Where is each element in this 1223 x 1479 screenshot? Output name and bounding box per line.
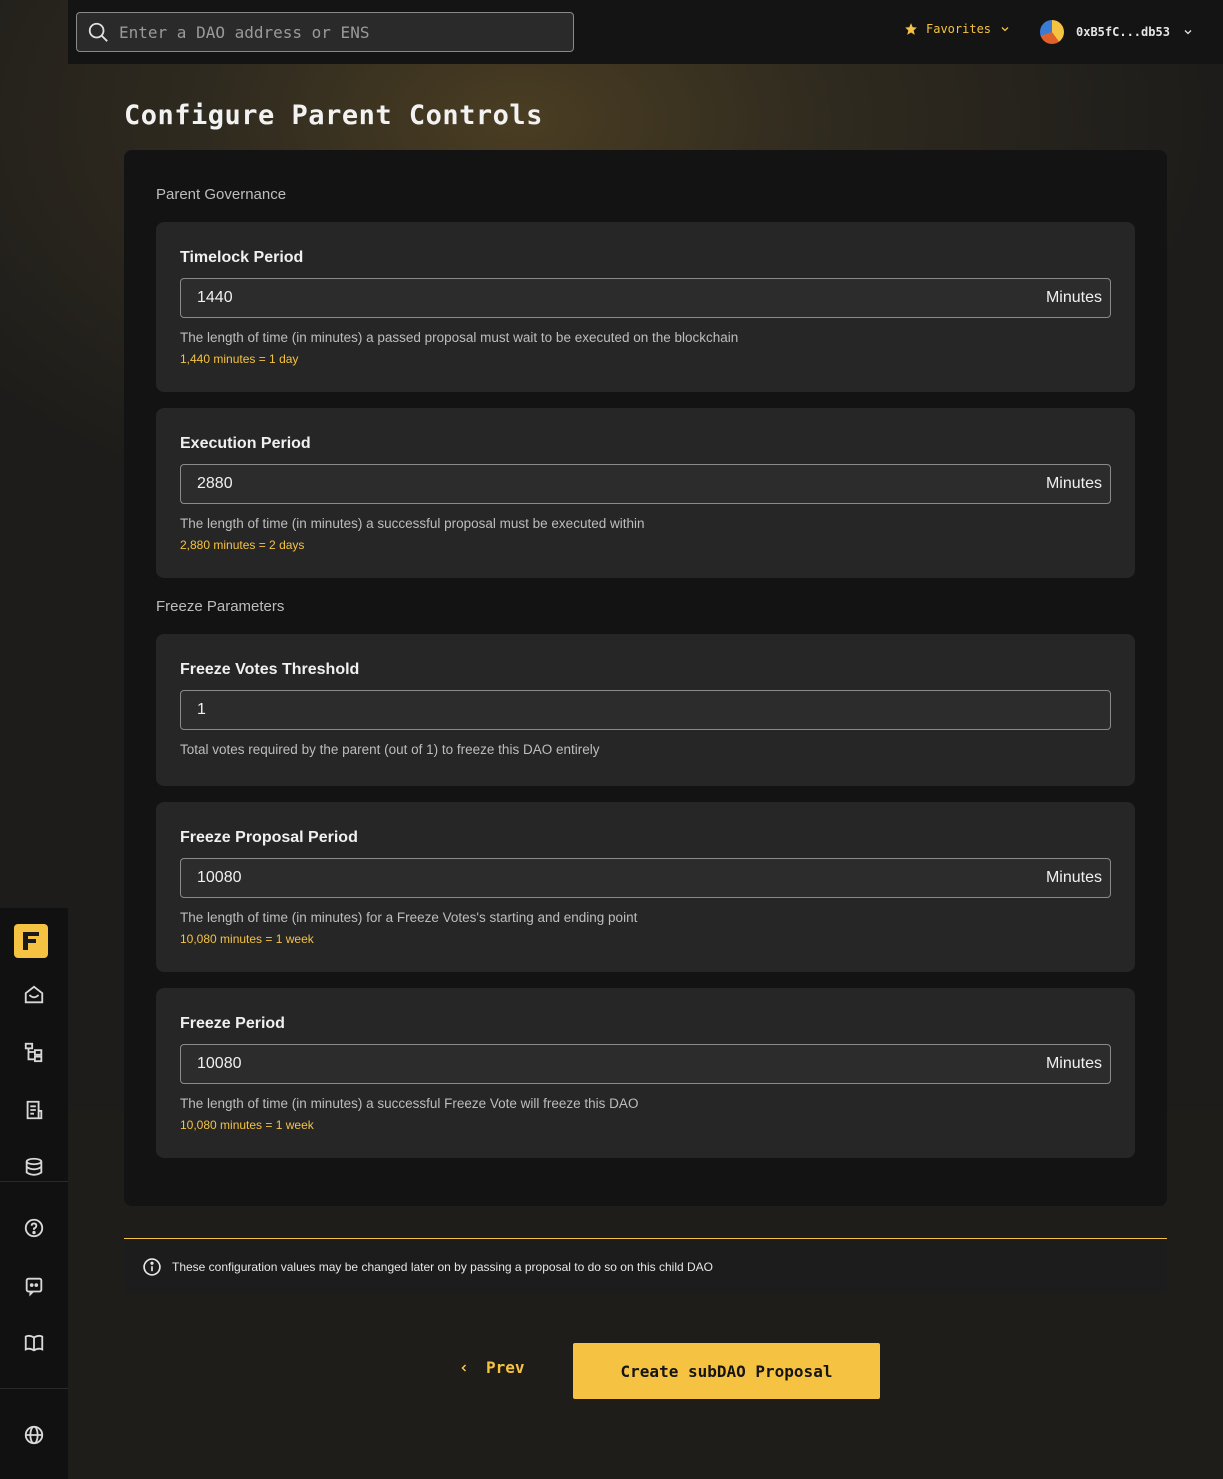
freeze-proposal-card: Freeze Proposal Period Minutes The lengt… [156, 802, 1135, 972]
field-label: Freeze Proposal Period [180, 829, 358, 846]
fractal-logo-icon [23, 932, 39, 950]
freeze-period-input[interactable] [197, 1055, 1046, 1073]
prev-label: Prev [486, 1358, 525, 1377]
page-title: Configure Parent Controls [124, 100, 543, 131]
field-hint: 10,080 minutes = 1 week [180, 932, 314, 946]
prev-button[interactable]: Prev [458, 1358, 525, 1377]
section-parent-governance: Parent Governance [156, 186, 287, 203]
field-help: The length of time (in minutes) for a Fr… [180, 910, 638, 925]
info-icon [143, 1257, 161, 1276]
field-hint: 10,080 minutes = 1 week [180, 1118, 314, 1132]
info-banner: These configuration values may be change… [124, 1238, 1167, 1294]
freeze-proposal-field: Minutes [180, 858, 1111, 898]
app-logo[interactable] [14, 924, 48, 958]
globe-icon[interactable] [20, 1421, 48, 1449]
field-label: Timelock Period [180, 249, 304, 266]
search-icon [88, 22, 108, 42]
hierarchy-icon[interactable] [20, 1038, 48, 1066]
execution-card: Execution Period Minutes The length of t… [156, 408, 1135, 578]
treasury-icon[interactable] [20, 1153, 48, 1181]
field-help: Total votes required by the parent (out … [180, 742, 600, 757]
search-input[interactable] [119, 22, 559, 42]
freeze-period-card: Freeze Period Minutes The length of time… [156, 988, 1135, 1158]
account-menu[interactable]: 0xB5fC...db53 [1040, 20, 1194, 44]
chevron-down-icon [1184, 30, 1192, 35]
search-box[interactable] [76, 12, 574, 52]
create-subdao-proposal-button[interactable]: Create subDAO Proposal [573, 1343, 880, 1399]
unit-label: Minutes [1045, 289, 1102, 306]
unit-label: Minutes [1045, 869, 1102, 886]
top-bar: Favorites 0xB5fC...db53 [68, 0, 1223, 64]
docs-icon[interactable] [20, 1329, 48, 1357]
field-label: Freeze Votes Threshold [180, 661, 360, 678]
timelock-field: Minutes [180, 278, 1111, 318]
proposals-icon[interactable] [20, 1096, 48, 1124]
chevron-down-icon [1001, 27, 1009, 32]
help-icon[interactable] [20, 1214, 48, 1242]
favorites-label: Favorites [926, 22, 992, 36]
field-label: Execution Period [180, 435, 311, 452]
timelock-input[interactable] [197, 289, 1046, 307]
star-icon [905, 23, 917, 35]
favorites-button[interactable]: Favorites [904, 22, 1011, 36]
freeze-threshold-input[interactable] [197, 701, 1102, 719]
field-hint: 2,880 minutes = 2 days [180, 538, 305, 552]
field-label: Freeze Period [180, 1015, 285, 1032]
account-address: 0xB5fC...db53 [1076, 25, 1170, 39]
freeze-threshold-field [180, 690, 1111, 730]
freeze-proposal-input[interactable] [197, 869, 1046, 887]
execution-input[interactable] [197, 475, 1046, 493]
field-help: The length of time (in minutes) a succes… [180, 516, 645, 531]
home-icon[interactable] [20, 981, 48, 1009]
freeze-threshold-card: Freeze Votes Threshold Total votes requi… [156, 634, 1135, 786]
sidebar-divider [0, 1181, 68, 1182]
unit-label: Minutes [1045, 475, 1102, 492]
avatar [1040, 20, 1064, 44]
info-text: These configuration values may be change… [172, 1259, 713, 1274]
config-panel: Parent Governance Timelock Period Minute… [124, 150, 1167, 1206]
chevron-left-icon [461, 1363, 467, 1372]
timelock-card: Timelock Period Minutes The length of ti… [156, 222, 1135, 392]
freeze-period-field: Minutes [180, 1044, 1111, 1084]
sidebar-divider [0, 1388, 68, 1389]
field-help: The length of time (in minutes) a passed… [180, 330, 739, 345]
section-freeze-parameters: Freeze Parameters [156, 598, 285, 615]
execution-field: Minutes [180, 464, 1111, 504]
discord-icon[interactable] [20, 1272, 48, 1300]
unit-label: Minutes [1045, 1055, 1102, 1072]
field-help: The length of time (in minutes) a succes… [180, 1096, 639, 1111]
field-hint: 1,440 minutes = 1 day [180, 352, 299, 366]
